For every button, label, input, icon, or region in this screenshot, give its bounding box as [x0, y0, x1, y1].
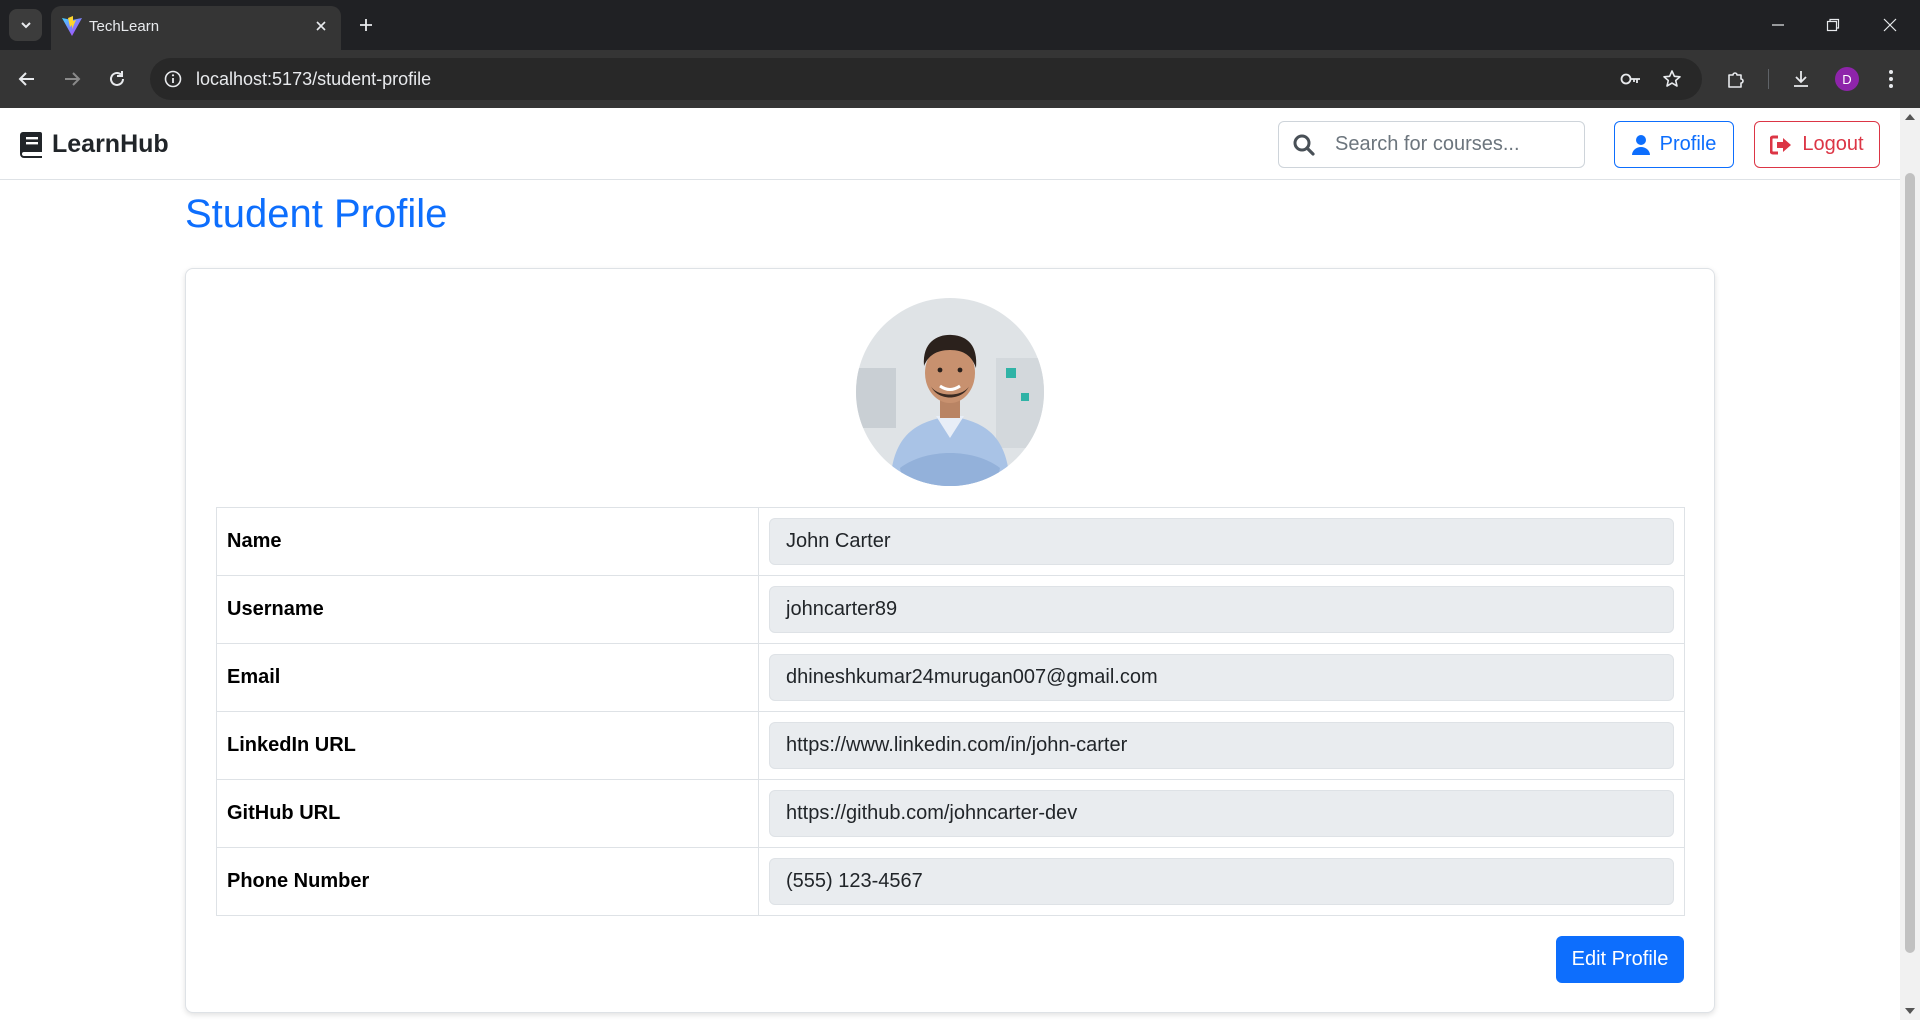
browser-toolbar: localhost:5173/student-profile D: [0, 50, 1920, 108]
scroll-thumb[interactable]: [1905, 173, 1915, 953]
logout-button-label: Logout: [1802, 133, 1864, 155]
field-label: Username: [216, 575, 759, 644]
chevron-down-icon: [20, 22, 31, 29]
avatar: D: [1835, 67, 1859, 91]
tab-search-button[interactable]: [9, 9, 42, 41]
table-row: Email dhineshkumar24murugan007@gmail.com: [216, 643, 1685, 712]
edit-profile-button[interactable]: Edit Profile: [1556, 936, 1684, 983]
sign-out-icon: [1770, 135, 1792, 154]
plus-icon: [360, 19, 372, 31]
username-field[interactable]: johncarter89: [769, 586, 1674, 633]
phone-number-field[interactable]: (555) 123-4567: [769, 858, 1674, 905]
site-info-button[interactable]: [160, 66, 186, 92]
bookmark-button[interactable]: [1659, 66, 1685, 92]
key-icon: [1620, 73, 1640, 85]
page-viewport: LearnHub Profile Logout Student Profile: [0, 108, 1920, 1020]
email-field[interactable]: dhineshkumar24murugan007@gmail.com: [769, 654, 1674, 701]
arrow-left-icon: [18, 72, 34, 86]
url-text: localhost:5173/student-profile: [196, 69, 432, 89]
reload-icon: [110, 71, 124, 86]
star-icon: [1663, 70, 1681, 87]
downloads-button[interactable]: [1785, 63, 1817, 95]
new-tab-button[interactable]: [352, 11, 380, 39]
field-label: Phone Number: [216, 847, 759, 916]
linkedin-url-field[interactable]: https://www.linkedin.com/in/john-carter: [769, 722, 1674, 769]
reload-button[interactable]: [101, 63, 133, 95]
address-bar[interactable]: localhost:5173/student-profile: [150, 58, 1702, 100]
minimize-button[interactable]: [1758, 8, 1798, 42]
tab-title: TechLearn: [89, 18, 160, 35]
table-row: Username johncarter89: [216, 575, 1685, 644]
restore-icon: [1826, 18, 1840, 32]
book-icon: [20, 131, 42, 158]
table-row: GitHub URL https://github.com/johncarter…: [216, 779, 1685, 848]
brand-link[interactable]: LearnHub: [20, 130, 169, 159]
github-url-field[interactable]: https://github.com/johncarter-dev: [769, 790, 1674, 837]
browser-tab-bar: TechLearn: [0, 0, 1920, 50]
field-label: GitHub URL: [216, 779, 759, 848]
puzzle-icon: [1728, 72, 1744, 88]
download-icon: [1794, 71, 1808, 87]
search-icon: [1293, 134, 1315, 156]
more-vertical-icon: [1889, 70, 1893, 88]
scroll-down-arrow[interactable]: [1905, 1008, 1915, 1014]
field-label: Name: [216, 507, 759, 576]
search-input[interactable]: [1335, 122, 1575, 167]
arrow-right-icon: [65, 72, 81, 86]
profile-avatar-button[interactable]: D: [1831, 63, 1863, 95]
user-icon: [1631, 134, 1650, 155]
page-title: Student Profile: [185, 192, 448, 236]
extensions-button[interactable]: [1720, 63, 1752, 95]
password-key-button[interactable]: [1618, 66, 1644, 92]
close-icon: [316, 21, 326, 31]
logout-button[interactable]: Logout: [1754, 121, 1880, 168]
restore-button[interactable]: [1813, 8, 1853, 42]
close-tab-button[interactable]: [309, 14, 333, 38]
close-icon: [1883, 18, 1897, 32]
info-icon: [164, 70, 182, 88]
brand-name: LearnHub: [52, 130, 169, 158]
name-field[interactable]: John Carter: [769, 518, 1674, 565]
profile-card: Name John Carter Username johncarter89 E…: [185, 268, 1715, 1013]
profile-button[interactable]: Profile: [1614, 121, 1734, 168]
app-navbar: LearnHub Profile Logout: [0, 108, 1900, 180]
profile-details-table: Name John Carter Username johncarter89 E…: [216, 507, 1685, 916]
page-scrollbar[interactable]: [1900, 108, 1920, 1020]
minimize-icon: [1772, 24, 1784, 26]
table-row: Phone Number (555) 123-4567: [216, 847, 1685, 916]
vite-logo-icon: [62, 16, 82, 36]
field-label: Email: [216, 643, 759, 712]
close-window-button[interactable]: [1870, 8, 1910, 42]
profile-photo-image: [856, 298, 1044, 486]
scroll-up-arrow[interactable]: [1905, 114, 1915, 120]
back-button[interactable]: [11, 63, 43, 95]
browser-tab[interactable]: TechLearn: [51, 6, 341, 50]
forward-button[interactable]: [56, 63, 88, 95]
course-search: [1278, 121, 1585, 168]
table-row: Name John Carter: [216, 507, 1685, 576]
field-label: LinkedIn URL: [216, 711, 759, 780]
browser-menu-button[interactable]: [1875, 63, 1907, 95]
profile-button-label: Profile: [1659, 133, 1717, 155]
profile-photo: [856, 298, 1044, 486]
toolbar-separator: [1768, 69, 1769, 89]
table-row: LinkedIn URL https://www.linkedin.com/in…: [216, 711, 1685, 780]
